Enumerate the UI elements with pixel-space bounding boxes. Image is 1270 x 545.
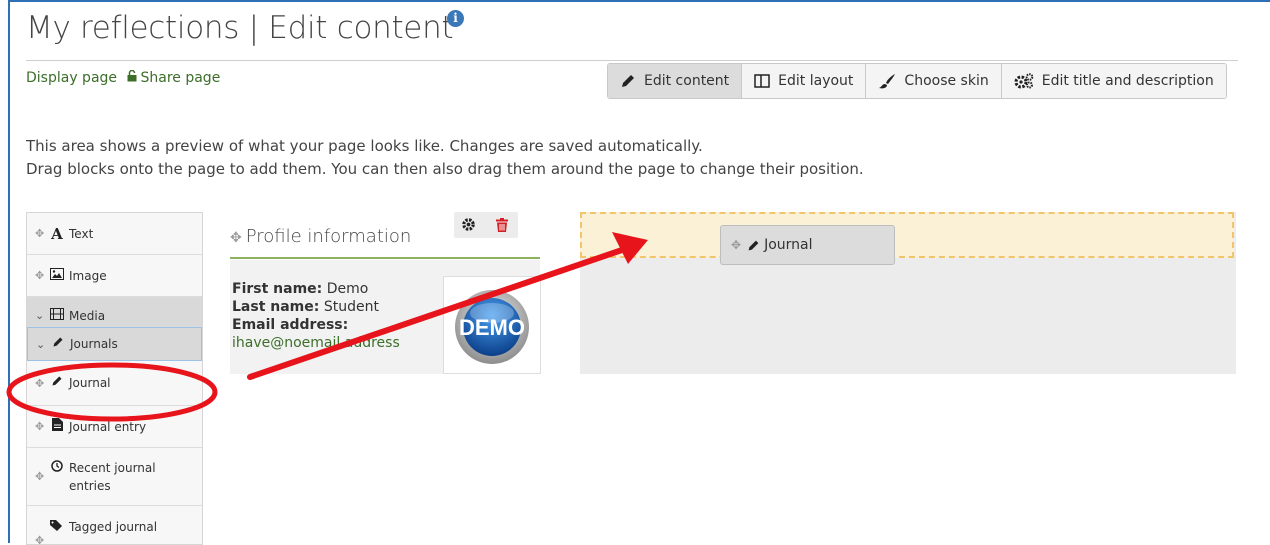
page-description: This area shows a preview of what your p… [26,135,864,181]
avatar-text: DEMO [459,315,525,340]
palette-item-label: Text [69,226,94,241]
email-label: Email address: [232,317,349,333]
palette-category-media[interactable]: ⌄ Media [27,297,202,327]
palette-item-label: Recent journal entries [69,460,156,493]
columns-icon [754,74,770,88]
text-icon: A [51,224,63,243]
image-icon [49,267,65,284]
last-name-label: Last name: [232,299,320,315]
tab-label: Choose skin [904,73,989,89]
block-header-divider [230,257,540,259]
block-title: Profile information [245,226,412,247]
share-page-link[interactable]: Share page [140,70,220,86]
palette-item-label: Image [69,268,107,283]
tags-icon [49,520,65,536]
profile-details: First name: Demo Last name: Student Emai… [232,280,400,352]
first-name-value: Demo [326,281,369,297]
palette-item-journal[interactable]: ✥ Journal [27,361,202,406]
pencil-icon [49,375,65,391]
paintbrush-icon [879,74,896,89]
chevron-down-icon: ⌄ [35,309,45,322]
palette-item-tagged-journal[interactable]: ✥ Tagged journal [27,506,202,545]
page-links: Display page Share page [26,69,220,86]
info-icon[interactable]: i [447,10,464,27]
block-header[interactable]: ✥ Profile information [230,226,411,247]
gears-icon [1014,73,1034,89]
pencil-icon [748,240,759,250]
move-icon: ✥ [230,230,242,246]
file-icon [49,418,65,435]
profile-block: ✥ Profile information First name: Demo La… [230,212,542,412]
description-line: Drag blocks onto the page to add them. Y… [26,160,864,178]
tab-edit-content[interactable]: Edit content [608,64,743,98]
palette-item-recent-journal-entries[interactable]: ✥ Recent journal entries [27,448,202,506]
palette-item-journal-entry[interactable]: ✥ Journal entry [27,406,202,448]
edit-toolbar: Edit content Edit layout Choose skin Edi… [607,63,1227,99]
move-icon: ✥ [35,534,45,545]
move-icon: ✥ [731,238,742,252]
palette-item-label: Journal entry [69,419,147,434]
palette-item-label: Tagged journal [69,520,158,534]
film-icon [49,307,65,324]
tab-label: Edit layout [778,73,854,89]
move-icon: ✥ [35,470,45,483]
trash-icon[interactable] [496,217,508,236]
title-divider [26,60,1238,61]
palette-item-text[interactable]: ✥ A Text [27,213,202,255]
palette-item-label: Journal [69,376,111,390]
move-icon: ✥ [35,227,45,240]
tab-edit-title-description[interactable]: Edit title and description [1001,64,1226,98]
palette-item-label: Journals [70,337,118,351]
unlock-icon [127,69,137,86]
description-line: This area shows a preview of what your p… [26,137,703,155]
drop-placeholder[interactable] [580,212,1234,258]
page-title: My reflections | Edit content [26,10,454,46]
palette-item-image[interactable]: ✥ Image [27,255,202,297]
display-page-link[interactable]: Display page [26,70,117,86]
first-name-label: First name: [232,281,323,297]
block-palette: ✥ A Text ✥ Image ⌄ Media ⌄ Journals ✥ Jo… [26,212,203,545]
avatar: DEMO [443,276,541,374]
dragged-journal-block[interactable]: ✥ Journal [720,225,895,265]
palette-item-label: Media [69,308,106,323]
tab-choose-skin[interactable]: Choose skin [866,64,1002,98]
pencil-icon [50,336,66,352]
drag-block-label: Journal [764,237,813,253]
move-icon: ✥ [35,269,45,282]
pencil-icon [622,75,634,87]
window-left-border [8,0,10,543]
gear-icon[interactable] [461,217,476,236]
window-top-border [8,0,1270,2]
move-icon: ✥ [35,420,45,433]
move-icon: ✥ [35,376,45,390]
tab-label: Edit content [644,73,730,89]
tab-edit-layout[interactable]: Edit layout [742,64,867,98]
tab-label: Edit title and description [1041,73,1214,89]
last-name-value: Student [323,299,379,315]
clock-icon [49,460,65,476]
chevron-down-icon: ⌄ [36,337,46,351]
block-controls [454,212,518,238]
email-link[interactable]: ihave@noemail.address [232,334,400,352]
palette-category-journals[interactable]: ⌄ Journals [27,327,202,361]
